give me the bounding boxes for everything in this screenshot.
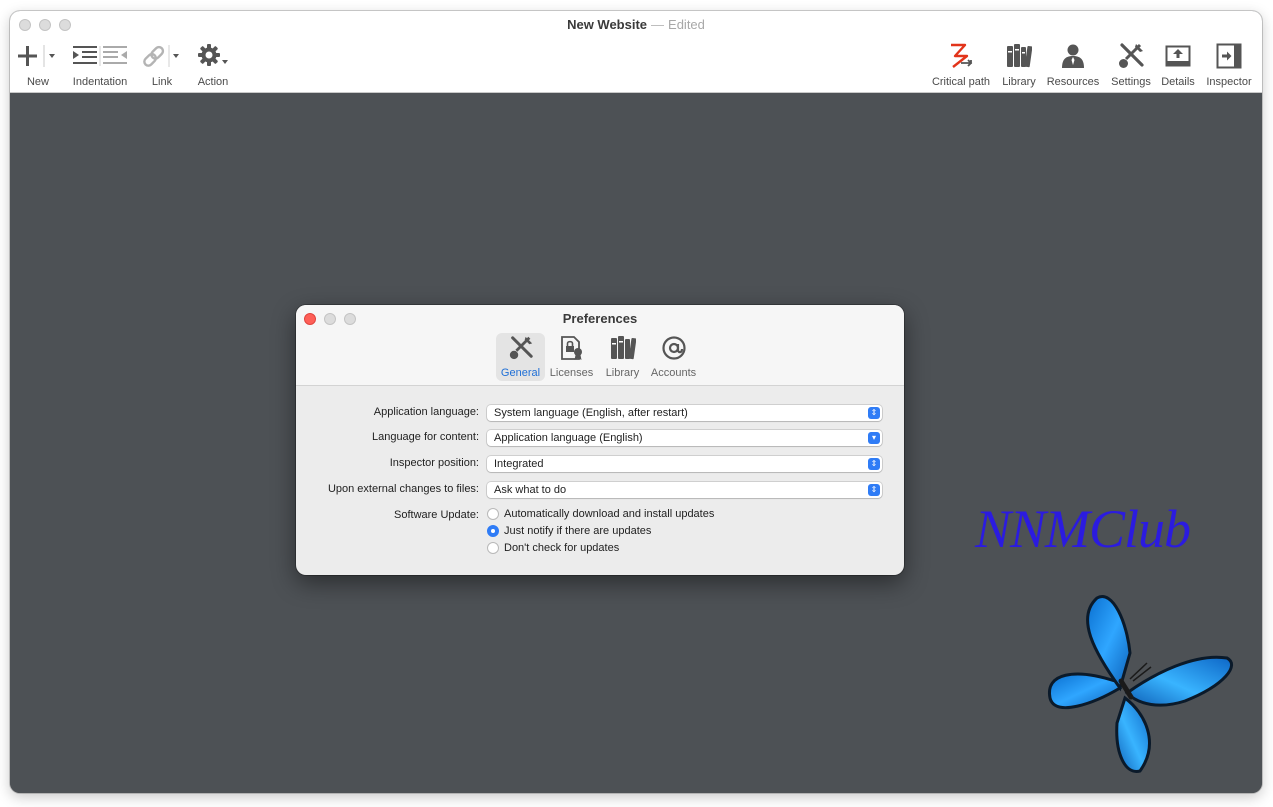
application-language-value: System language (English, after restart) [494, 407, 688, 419]
toolbar-indentation-button[interactable]: Indentation [68, 42, 132, 88]
wrench-screwdriver-icon [496, 333, 545, 363]
toolbar-library-button[interactable]: Library [998, 42, 1040, 88]
chevron-updown-icon: ⇕ [868, 407, 880, 419]
chevron-updown-icon: ⇕ [868, 484, 880, 496]
toolbar-critical-path-label: Critical path [931, 76, 991, 88]
toolbar-new-button[interactable]: New [16, 42, 60, 88]
tab-accounts-label: Accounts [650, 367, 697, 379]
details-icon [1158, 42, 1198, 70]
external-changes-label: Upon external changes to files: [327, 483, 479, 495]
radio-button-selected[interactable] [487, 525, 499, 537]
tab-licenses-label: Licenses [549, 367, 594, 379]
link-icon [142, 42, 182, 70]
toolbar-indentation-label: Indentation [72, 76, 128, 88]
window-titlebar-toolbar: New Website — Edited New Indentation Lin… [10, 11, 1262, 93]
critical-path-icon [926, 42, 996, 70]
tab-general-label: General [500, 367, 541, 379]
inspector-icon [1204, 42, 1254, 70]
document-title: New Website [567, 17, 648, 32]
watermark-text: NNMClub [975, 499, 1191, 559]
tab-accounts[interactable]: Accounts [649, 333, 698, 381]
update-auto-radio[interactable]: Automatically download and install updat… [487, 506, 714, 522]
update-auto-label: Automatically download and install updat… [504, 508, 715, 520]
toolbar-inspector-label: Inspector [1206, 76, 1252, 88]
external-changes-value: Ask what to do [494, 484, 567, 496]
inspector-position-select[interactable]: Integrated ⇕ [487, 456, 882, 472]
toolbar-new-label: New [26, 76, 49, 88]
tab-library-label: Library [605, 367, 640, 379]
preferences-title: Preferences [562, 311, 638, 326]
toolbar-action-button[interactable]: Action [192, 42, 234, 88]
toolbar-details-button[interactable]: Details [1158, 42, 1198, 88]
external-changes-select[interactable]: Ask what to do ⇕ [487, 482, 882, 498]
content-language-label: Language for content: [371, 431, 479, 443]
toolbar-inspector-button[interactable]: Inspector [1204, 42, 1254, 88]
radio-button[interactable] [487, 542, 499, 554]
content-language-value: Application language (English) [494, 432, 643, 444]
preferences-dialog: Preferences General Licenses Library Acc… [296, 305, 904, 575]
toolbar-details-label: Details [1161, 76, 1195, 88]
document-status: Edited [668, 17, 705, 32]
toolbar-critical-path-button[interactable]: Critical path [926, 42, 996, 88]
settings-icon [1106, 42, 1156, 70]
gear-icon [192, 42, 234, 70]
resources-icon [1044, 42, 1102, 70]
chevron-down-icon: ▾ [868, 432, 880, 444]
toolbar-resources-button[interactable]: Resources [1044, 42, 1102, 88]
radio-button[interactable] [487, 508, 499, 520]
toolbar-settings-label: Settings [1111, 76, 1151, 88]
title-separator: — [651, 17, 665, 32]
library-icon [998, 42, 1040, 70]
toolbar-link-label: Link [151, 76, 173, 88]
update-notify-radio[interactable]: Just notify if there are updates [487, 523, 651, 539]
toolbar-action-label: Action [197, 76, 229, 88]
tab-licenses[interactable]: Licenses [547, 333, 596, 381]
application-language-select[interactable]: System language (English, after restart)… [487, 405, 882, 421]
software-update-label: Software Update: [394, 509, 479, 521]
library-icon [598, 333, 647, 363]
application-language-label: Application language: [373, 406, 479, 418]
window-title: New Website — Edited [10, 17, 1262, 32]
tab-general[interactable]: General [496, 333, 545, 381]
inspector-position-value: Integrated [494, 458, 544, 470]
at-sign-icon [649, 333, 698, 363]
preferences-header: Preferences General Licenses Library Acc… [296, 305, 904, 386]
indentation-icon [68, 42, 132, 70]
update-never-label: Don't check for updates [504, 542, 620, 554]
plus-icon [16, 42, 60, 70]
toolbar-resources-label: Resources [1046, 76, 1100, 88]
tab-library[interactable]: Library [598, 333, 647, 381]
butterfly-logo-icon [1035, 593, 1240, 783]
inspector-position-label: Inspector position: [389, 457, 479, 469]
content-language-select[interactable]: Application language (English) ▾ [487, 430, 882, 446]
update-notify-label: Just notify if there are updates [504, 525, 652, 537]
toolbar-library-label: Library [1002, 76, 1036, 88]
license-icon [547, 333, 596, 363]
toolbar-link-button[interactable]: Link [142, 42, 182, 88]
chevron-updown-icon: ⇕ [868, 458, 880, 470]
toolbar-settings-button[interactable]: Settings [1106, 42, 1156, 88]
update-never-radio[interactable]: Don't check for updates [487, 540, 619, 556]
